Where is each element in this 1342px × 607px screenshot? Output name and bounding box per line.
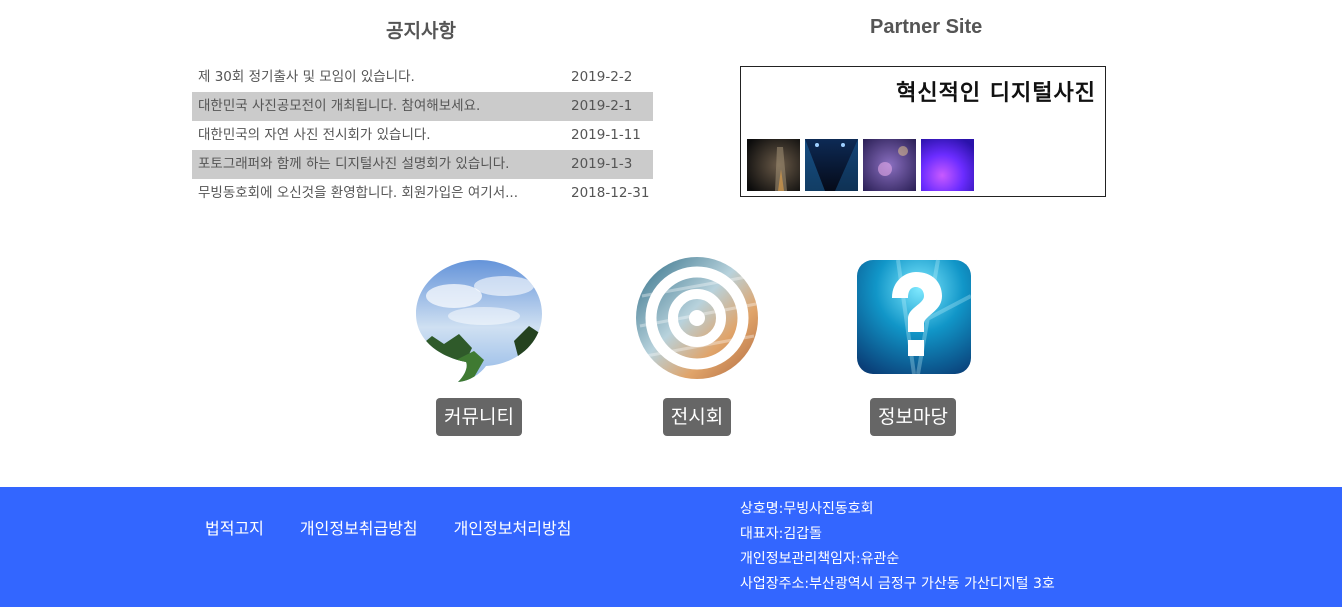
info-menu[interactable]: 정보마당 (838, 256, 988, 436)
footer-link-legal[interactable]: 법적고지 (205, 515, 264, 539)
target-icon[interactable] (632, 256, 762, 386)
partner-headline: 혁신적인 디지털사진 (896, 80, 1096, 106)
info-label[interactable]: 정보마당 (870, 398, 956, 436)
partner-thumbnails (747, 139, 974, 191)
notice-row[interactable]: 무빙동호회에 오신것을 환영합니다. 회원가입은 여기서... 2018-12-… (192, 179, 653, 208)
notice-row-title[interactable]: 무빙동호회에 오신것을 환영합니다. 회원가입은 여기서... (192, 179, 558, 208)
notice-row-title[interactable]: 제 30회 정기출사 및 모임이 있습니다. (192, 63, 558, 92)
notice-row-title[interactable]: 대한민국의 자연 사진 전시회가 있습니다. (192, 121, 558, 150)
exhibition-menu[interactable]: 전시회 (622, 256, 772, 436)
notice-row-title[interactable]: 포토그래퍼와 함께 하는 디지털사진 설명회가 있습니다. (192, 150, 558, 179)
thumbnail-purple-light[interactable] (921, 139, 974, 191)
company-name: 상호명:무빙사진동호회 (740, 501, 874, 517)
partner-site-title: Partner Site (870, 16, 983, 38)
notice-row-date: 2018-12-31 (571, 185, 650, 201)
notice-row-date: 2019-1-11 (571, 127, 641, 143)
company-address: 사업장주소:부산광역시 금정구 가산동 가산디지털 3호 (740, 576, 1055, 592)
community-label[interactable]: 커뮤니티 (436, 398, 522, 436)
exhibition-label[interactable]: 전시회 (662, 398, 732, 436)
thumbnail-dark-light[interactable] (747, 139, 800, 191)
company-ceo: 대표자:김갑돌 (740, 526, 822, 542)
notice-row[interactable]: 제 30회 정기출사 및 모임이 있습니다. 2019-2-2 (192, 63, 653, 92)
notice-row-date: 2019-2-2 (571, 69, 633, 85)
footer-link-privacy-processing[interactable]: 개인정보처리방침 (454, 515, 572, 539)
footer-links: 법적고지 개인정보취급방침 개인정보처리방침 (205, 515, 571, 539)
partner-banner[interactable]: 혁신적인 디지털사진 (740, 66, 1106, 197)
footer-link-privacy-handling[interactable]: 개인정보취급방침 (300, 515, 418, 539)
thumbnail-bokeh[interactable] (863, 139, 916, 191)
notice-row-date: 2019-2-1 (571, 98, 633, 114)
community-menu[interactable]: 커뮤니티 (404, 256, 554, 436)
notice-row-title[interactable]: 대한민국 사진공모전이 개최됩니다. 참여해보세요. (192, 92, 558, 121)
notice-title: 공지사항 (386, 20, 456, 42)
company-privacy-officer: 개인정보관리책임자:유관순 (740, 551, 900, 567)
notice-row[interactable]: 대한민국 사진공모전이 개최됩니다. 참여해보세요. 2019-2-1 (192, 92, 653, 121)
notice-row[interactable]: 대한민국의 자연 사진 전시회가 있습니다. 2019-1-11 (192, 121, 653, 150)
notice-row[interactable]: 포토그래퍼와 함께 하는 디지털사진 설명회가 있습니다. 2019-1-3 (192, 150, 653, 179)
question-mark-icon[interactable] (848, 256, 978, 386)
speech-bubble-icon[interactable] (414, 256, 544, 386)
footer: 법적고지 개인정보취급방침 개인정보처리방침 상호명:무빙사진동호회 대표자:김… (0, 487, 1342, 607)
notice-row-date: 2019-1-3 (571, 156, 633, 172)
thumbnail-concert[interactable] (805, 139, 858, 191)
notice-list: 제 30회 정기출사 및 모임이 있습니다. 2019-2-2 대한민국 사진공… (192, 63, 653, 208)
company-info: 상호명:무빙사진동호회 대표자:김갑돌 개인정보관리책임자:유관순 사업장주소:… (740, 497, 1055, 597)
